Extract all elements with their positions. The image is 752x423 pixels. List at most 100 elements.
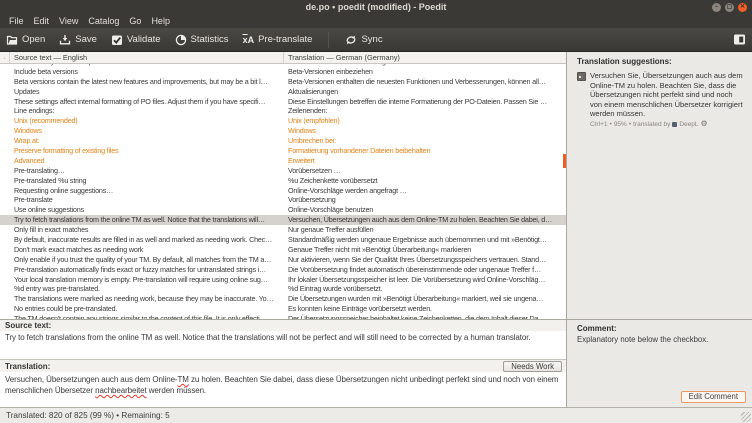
- table-row[interactable]: Include beta versionsBeta-Versionen einb…: [0, 67, 566, 77]
- titlebar[interactable]: de.po • poedit (modified) - Poedit – ▢ ✕: [0, 0, 752, 15]
- table-row[interactable]: No entries could be pre-translated.Es ko…: [0, 304, 566, 314]
- needs-work-button[interactable]: Needs Work: [503, 361, 562, 372]
- table-row[interactable]: Pre-translated %u string%u Zeichenkette …: [0, 176, 566, 186]
- list-header: · Source text — English Translation — Ge…: [0, 52, 566, 64]
- table-row[interactable]: WindowsWindows: [0, 126, 566, 136]
- suggestion-shortcut: Ctrl+1: [590, 121, 608, 128]
- minimize-button[interactable]: –: [712, 3, 721, 12]
- table-row[interactable]: Try to fetch translations from the onlin…: [0, 215, 566, 225]
- resize-grip[interactable]: [741, 412, 751, 422]
- table-row[interactable]: Pre-translation automatically finds exac…: [0, 265, 566, 275]
- table-row[interactable]: Use online suggestionsOnline-Vorschläge …: [0, 205, 566, 215]
- edit-comment-button[interactable]: Edit Comment: [681, 391, 746, 403]
- pretranslate-button[interactable]: xA Pre-translate: [243, 30, 313, 50]
- poedit-window: de.po • poedit (modified) - Poedit – ▢ ✕…: [0, 0, 752, 423]
- suggestion-item[interactable]: Versuchen Sie, Übersetzungen auch aus de…: [577, 71, 746, 128]
- translation-cell: Ihr lokaler Übersetzungsspeicher ist lee…: [284, 275, 566, 285]
- table-row[interactable]: Wrap at:Umbrechen bei:: [0, 136, 566, 146]
- statistics-button[interactable]: Statistics: [175, 30, 229, 50]
- open-icon: [6, 34, 18, 46]
- translation-editor[interactable]: Versuchen, Übersetzungen auch aus dem On…: [0, 372, 566, 407]
- row-marker: [0, 166, 10, 176]
- table-row[interactable]: Pre-translateVorübersetzung: [0, 195, 566, 205]
- source-cell: No entries could be pre-translated.: [10, 304, 284, 314]
- translation-cell: Unix (empfohlen): [284, 116, 566, 126]
- translation-cell: Es konnten keine Einträge vorübersetzt w…: [284, 304, 566, 314]
- translation-cell: Versuchen, Übersetzungen auch aus dem On…: [284, 215, 566, 225]
- table-row[interactable]: Don't mark exact matches as needing work…: [0, 245, 566, 255]
- sidebar-toggle-icon: [733, 33, 746, 46]
- save-button[interactable]: Save: [59, 30, 97, 50]
- table-row[interactable]: UpdatesAktualisierungen: [0, 87, 566, 97]
- menu-catalog[interactable]: Catalog: [83, 15, 124, 28]
- sync-button[interactable]: Sync: [345, 30, 382, 50]
- translation-cell: Online-Vorschläge benutzen: [284, 205, 566, 215]
- row-marker: [0, 205, 10, 215]
- translation-cell: Der Übersetzungsspeicher beinhaltet kein…: [284, 314, 566, 319]
- maximize-button[interactable]: ▢: [725, 3, 734, 12]
- table-row[interactable]: The translations were marked as needing …: [0, 294, 566, 304]
- source-cell: These settings affect internal formattin…: [10, 97, 284, 107]
- menu-view[interactable]: View: [54, 15, 83, 28]
- source-column-header[interactable]: Source text — English: [10, 52, 284, 63]
- marker-column-header[interactable]: ·: [0, 52, 10, 63]
- table-row[interactable]: %d entry was pre-translated.%d Eintrag w…: [0, 284, 566, 294]
- table-row[interactable]: These settings affect internal formattin…: [0, 97, 566, 107]
- table-row[interactable]: Only enable if you trust the quality of …: [0, 255, 566, 265]
- table-row[interactable]: The TM doesn't contain any strings simil…: [0, 314, 566, 319]
- suggestions-panel: Translation suggestions: Versuchen Sie, …: [567, 52, 752, 320]
- translation-cell: Windows: [284, 126, 566, 136]
- suggestion-score: 95%: [614, 121, 627, 128]
- source-cell: Your local translation memory is empty. …: [10, 275, 284, 285]
- translation-list[interactable]: Automatically check for updatesAutomatis…: [0, 64, 566, 319]
- translation-cell: Zeilenenden:: [284, 106, 566, 116]
- source-cell: Preserve formatting of existing files: [10, 146, 284, 156]
- translation-cell: Die Übersetzungen wurden mit »Benötigt Ü…: [284, 294, 566, 304]
- table-row[interactable]: Beta versions contain the latest new fea…: [0, 77, 566, 87]
- sidebar-toggle-button[interactable]: [733, 30, 746, 50]
- row-marker: [0, 265, 10, 275]
- source-text-label: Source text:: [0, 319, 566, 331]
- deepl-logo-icon: [672, 122, 677, 127]
- table-row[interactable]: Pre-translating…Vorübersetzen …: [0, 166, 566, 176]
- translation-cell: Vorübersetzen …: [284, 166, 566, 176]
- source-cell: Updates: [10, 87, 284, 97]
- row-marker: [0, 284, 10, 294]
- table-row[interactable]: Requesting online suggestions…Online-Vor…: [0, 186, 566, 196]
- source-cell: Pre-translate: [10, 195, 284, 205]
- row-marker: [0, 304, 10, 314]
- validate-button[interactable]: Validate: [111, 30, 161, 50]
- menu-go[interactable]: Go: [124, 15, 146, 28]
- row-marker: [0, 186, 10, 196]
- translation-cell: Nur genaue Treffer ausfüllen: [284, 225, 566, 235]
- row-marker: [0, 116, 10, 126]
- translation-column-header[interactable]: Translation — German (Germany): [284, 52, 566, 63]
- table-row[interactable]: AdvancedErweitert: [0, 156, 566, 166]
- open-button[interactable]: Open: [6, 30, 45, 50]
- source-cell: The translations were marked as needing …: [10, 294, 284, 304]
- sync-icon: [345, 34, 357, 46]
- table-row[interactable]: Preserve formatting of existing filesFor…: [0, 146, 566, 156]
- row-marker: [0, 215, 10, 225]
- source-cell: Pre-translated %u string: [10, 176, 284, 186]
- suggestions-title: Translation suggestions:: [577, 57, 746, 66]
- table-row[interactable]: Unix (recommended)Unix (empfohlen): [0, 116, 566, 126]
- list-scrollbar[interactable]: [563, 154, 566, 168]
- translation-cell: Aktualisierungen: [284, 87, 566, 97]
- table-row[interactable]: By default, inaccurate results are fille…: [0, 235, 566, 245]
- save-icon: [59, 34, 71, 46]
- translation-cell: Umbrechen bei:: [284, 136, 566, 146]
- table-row[interactable]: Line endings:Zeilenenden:: [0, 106, 566, 116]
- table-row[interactable]: Only fill in exact matchesNur genaue Tre…: [0, 225, 566, 235]
- close-button[interactable]: ✕: [738, 3, 747, 12]
- menu-edit[interactable]: Edit: [29, 15, 55, 28]
- source-cell: By default, inaccurate results are fille…: [10, 235, 284, 245]
- row-marker: [0, 136, 10, 146]
- gear-icon[interactable]: ⚙: [700, 121, 707, 127]
- menu-file[interactable]: File: [4, 15, 29, 28]
- row-marker: [0, 97, 10, 107]
- source-cell: Don't mark exact matches as needing work: [10, 245, 284, 255]
- table-row[interactable]: Your local translation memory is empty. …: [0, 275, 566, 285]
- menu-help[interactable]: Help: [146, 15, 175, 28]
- source-cell: Unix (recommended): [10, 116, 284, 126]
